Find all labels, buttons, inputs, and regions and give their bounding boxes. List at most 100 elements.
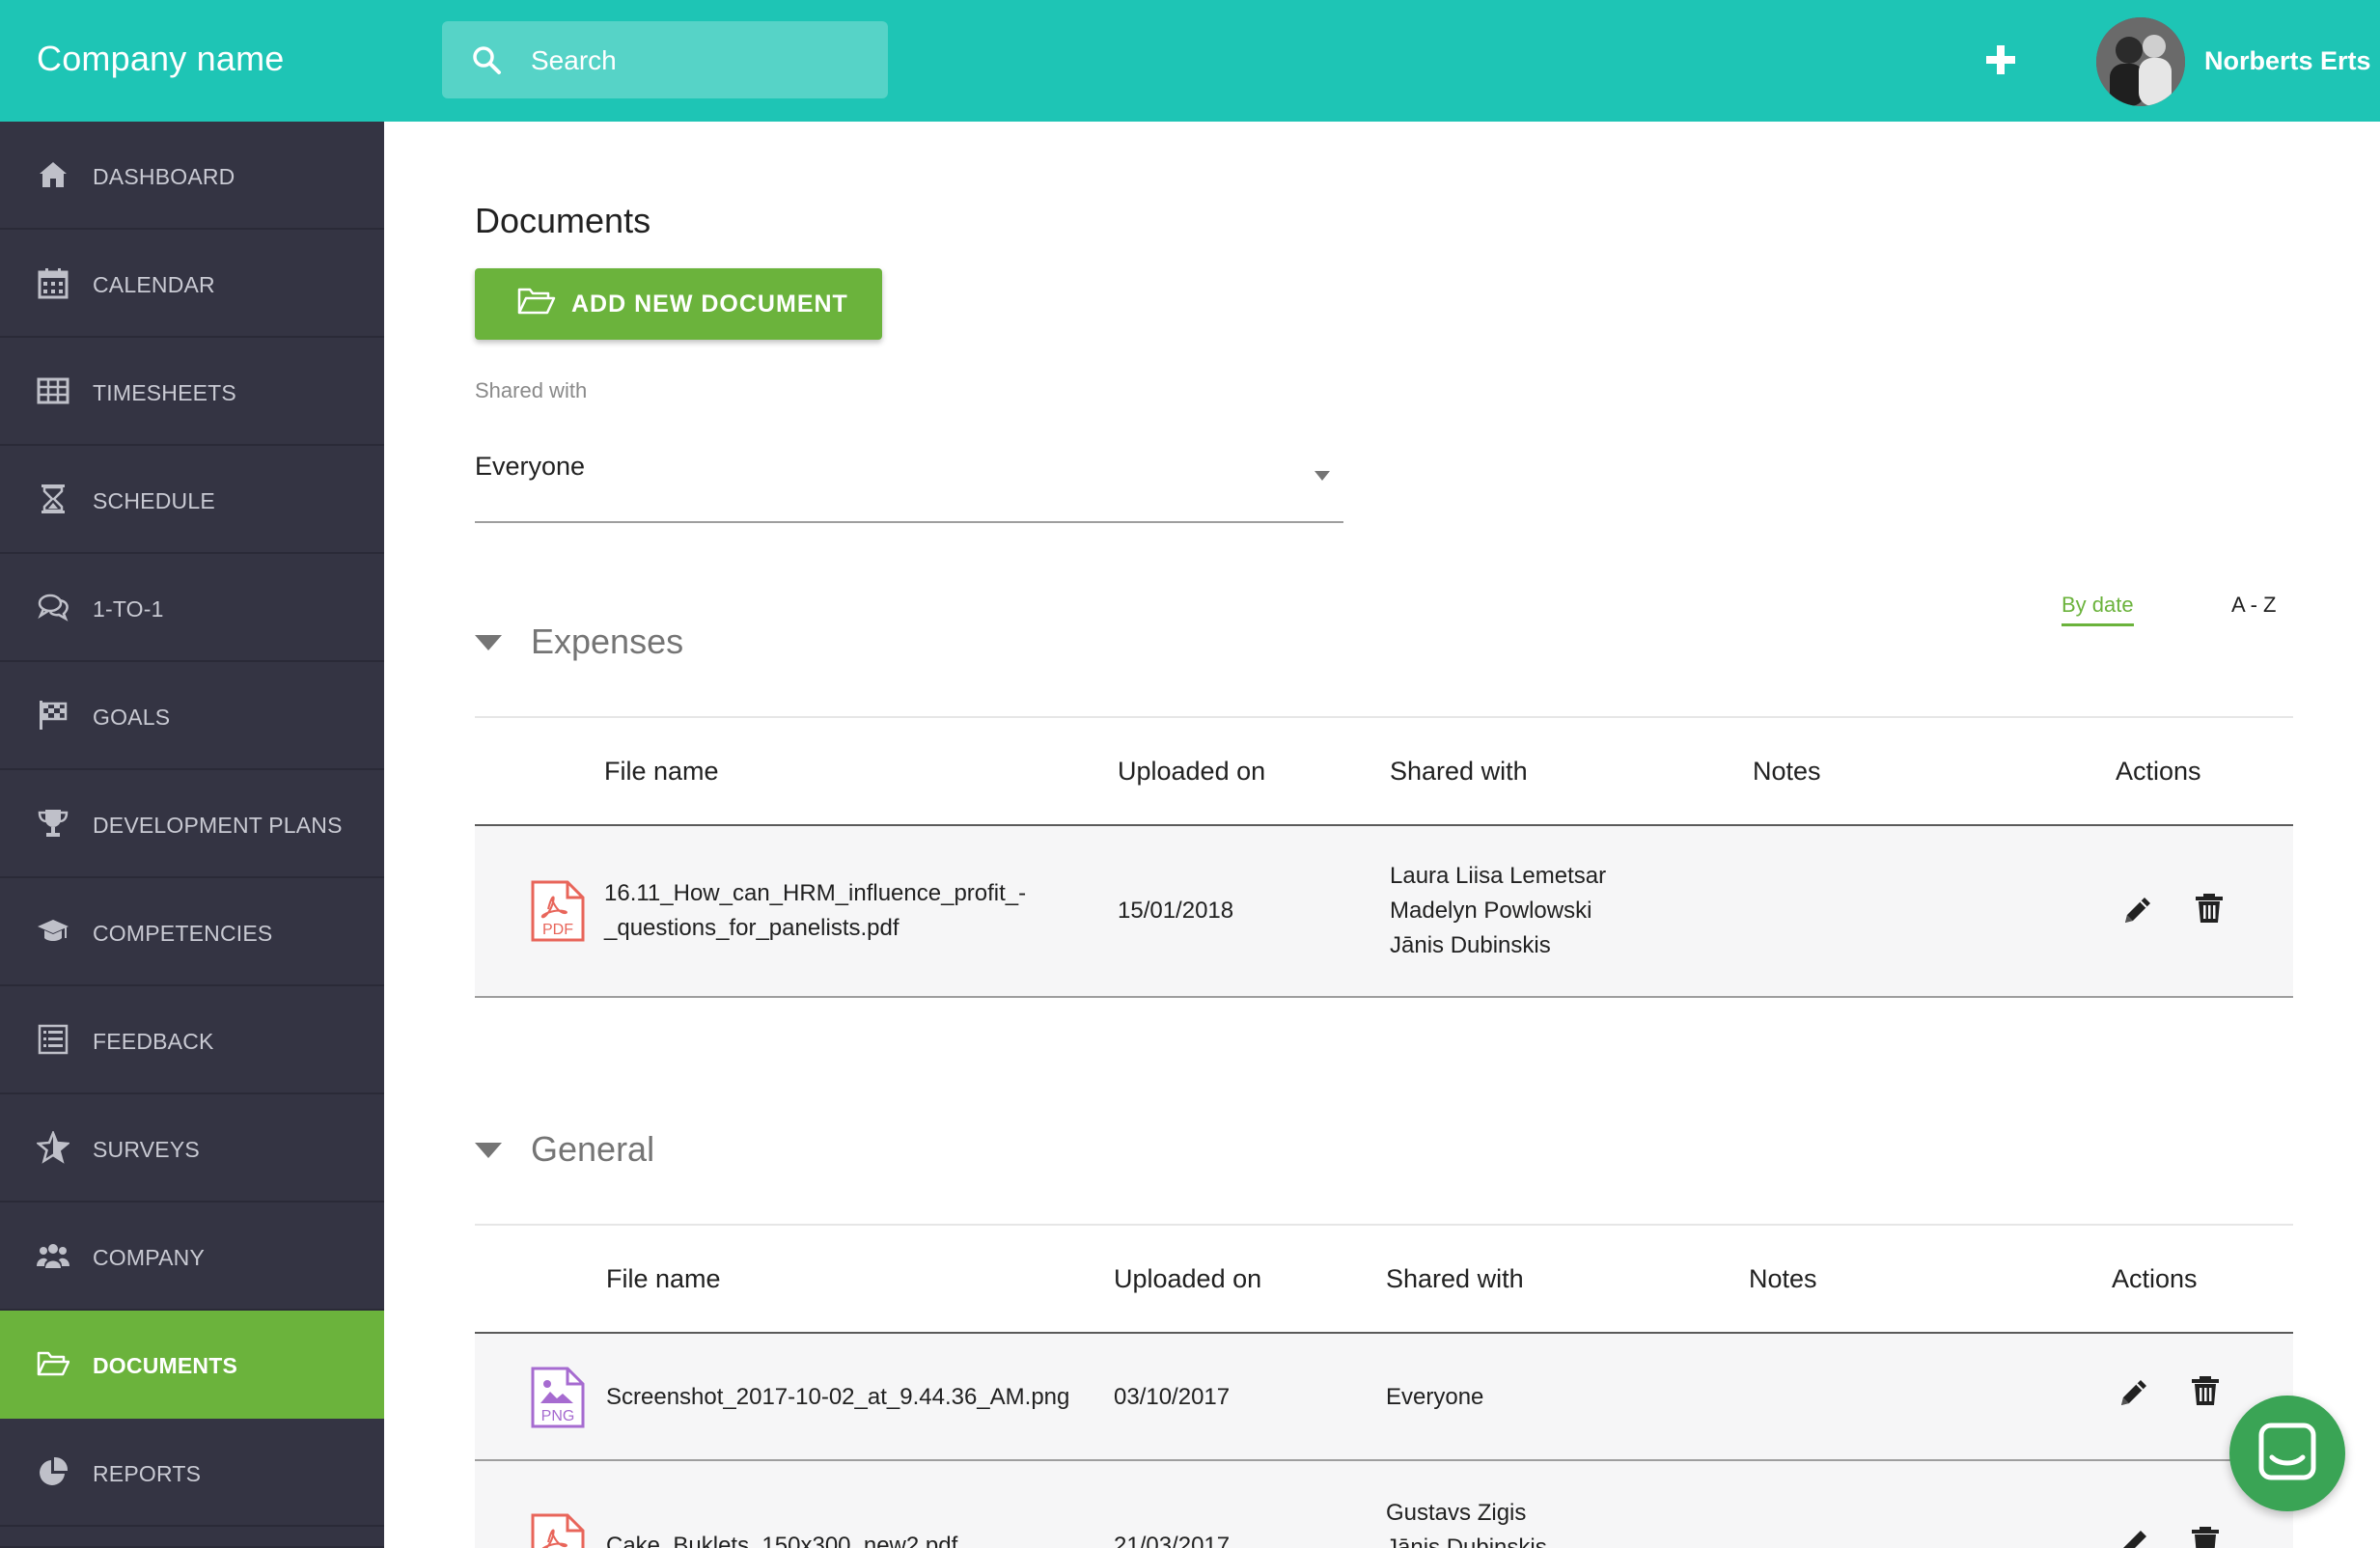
table-icon bbox=[37, 377, 69, 404]
people-icon bbox=[37, 1244, 69, 1268]
column-header-actions: Actions bbox=[2116, 757, 2201, 786]
pdf-file-icon: PDF bbox=[531, 880, 585, 942]
top-bar: Company name Search Norberts Erts bbox=[0, 0, 2380, 122]
sidebar-item-documents[interactable]: DOCUMENTS bbox=[0, 1311, 384, 1419]
avatar[interactable] bbox=[2096, 17, 2185, 106]
table-row[interactable]: PNG Screenshot_2017-10-02_at_9.44.36_AM.… bbox=[475, 1334, 2293, 1461]
column-header-uploaded-on: Uploaded on bbox=[1118, 757, 1266, 786]
sidebar-item-dashboard[interactable]: DASHBOARD bbox=[0, 122, 384, 230]
trash-icon[interactable] bbox=[2189, 1525, 2222, 1548]
table-row[interactable]: Cake_Buklets_150x300_new2.pdf 21/03/2017… bbox=[475, 1461, 2293, 1548]
divider bbox=[475, 1224, 2293, 1226]
sidebar-item-label: CALENDAR bbox=[93, 272, 215, 297]
sidebar-item-label: DASHBOARD bbox=[93, 164, 235, 189]
column-header-shared-with: Shared with bbox=[1386, 1264, 1524, 1293]
sidebar-item-label: FEEDBACK bbox=[93, 1029, 214, 1054]
search-input[interactable]: Search bbox=[531, 45, 617, 76]
file-name[interactable]: Screenshot_2017-10-02_at_9.44.36_AM.png bbox=[606, 1380, 1069, 1415]
file-name[interactable]: Cake_Buklets_150x300_new2.pdf bbox=[606, 1529, 957, 1548]
shared-with-person: Madelyn Powlowski bbox=[1390, 898, 1592, 924]
sidebar-item-label: TIMESHEETS bbox=[93, 380, 236, 405]
shared-with-person: Everyone bbox=[1386, 1384, 1484, 1410]
column-header-actions: Actions bbox=[2112, 1264, 2198, 1293]
sidebar-item-competencies[interactable]: COMPETENCIES bbox=[0, 878, 384, 986]
trash-icon[interactable] bbox=[2189, 1374, 2222, 1407]
png-file-icon: PNG bbox=[531, 1367, 585, 1428]
file-name-line: _questions_for_panelists.pdf bbox=[604, 915, 899, 941]
edit-pencil-icon[interactable] bbox=[2117, 1527, 2150, 1548]
shared-with-select[interactable]: Everyone bbox=[475, 436, 1343, 523]
sidebar-item-goals[interactable]: GOALS bbox=[0, 662, 384, 770]
shared-with-person: Laura Liisa Lemetsar bbox=[1390, 863, 1607, 889]
graduation-cap-icon bbox=[38, 920, 69, 941]
section-title: Expenses bbox=[531, 622, 684, 661]
page-title: Documents bbox=[475, 201, 651, 240]
column-header-shared-with: Shared with bbox=[1390, 757, 1528, 786]
sidebar-item-label: COMPANY bbox=[93, 1245, 205, 1270]
chat-icon bbox=[2258, 1423, 2316, 1480]
add-new-document-label: ADD NEW DOCUMENT bbox=[571, 290, 848, 318]
sidebar-item-schedule[interactable]: SCHEDULE bbox=[0, 446, 384, 554]
section-general-toggle[interactable]: General bbox=[475, 1121, 764, 1179]
trash-icon[interactable] bbox=[2193, 892, 2226, 925]
pdf-file-icon bbox=[531, 1513, 585, 1548]
sidebar-item-calendar[interactable]: CALENDAR bbox=[0, 230, 384, 338]
shared-with-list: Everyone bbox=[1386, 1380, 1483, 1415]
section-title: General bbox=[531, 1129, 655, 1169]
sidebar-item-company[interactable]: COMPANY bbox=[0, 1202, 384, 1311]
user-name[interactable]: Norberts Erts bbox=[2204, 46, 2371, 76]
sidebar-item-label: COMPETENCIES bbox=[93, 921, 273, 946]
hourglass-icon bbox=[42, 484, 65, 513]
search-icon bbox=[473, 46, 501, 74]
sidebar-item-1-to-1[interactable]: 1-TO-1 bbox=[0, 554, 384, 662]
sidebar-item-more[interactable] bbox=[0, 1527, 384, 1548]
avatar-photo bbox=[2096, 17, 2185, 106]
column-header-notes: Notes bbox=[1749, 1264, 1817, 1293]
sidebar-item-label: 1-TO-1 bbox=[93, 596, 164, 622]
home-icon bbox=[40, 162, 67, 187]
folder-open-icon bbox=[37, 1351, 69, 1376]
shared-with-list: Gustavs Zigis Jānis Dubinskis bbox=[1386, 1496, 1547, 1548]
trophy-icon bbox=[38, 810, 69, 837]
sidebar-item-development-plans[interactable]: DEVELOPMENT PLANS bbox=[0, 770, 384, 878]
caret-down-icon bbox=[475, 1143, 502, 1158]
folder-open-icon bbox=[517, 288, 556, 315]
edit-pencil-icon[interactable] bbox=[2121, 894, 2154, 926]
table-row[interactable]: PDF 16.11_How_can_HRM_influence_profit_-… bbox=[475, 826, 2293, 998]
chat-bubbles-icon bbox=[38, 594, 69, 622]
sort-by-date-tab[interactable]: By date bbox=[2062, 593, 2134, 626]
svg-text:PNG: PNG bbox=[541, 1408, 575, 1424]
sidebar-item-reports[interactable]: REPORTS bbox=[0, 1419, 384, 1527]
caret-down-icon bbox=[475, 635, 502, 650]
search-box[interactable]: Search bbox=[442, 21, 888, 98]
calendar-icon bbox=[38, 268, 69, 299]
sidebar-item-feedback[interactable]: FEEDBACK bbox=[0, 986, 384, 1094]
company-name[interactable]: Company name bbox=[37, 39, 285, 79]
sort-a-z-tab[interactable]: A - Z bbox=[2231, 593, 2276, 618]
shared-with-person: Jānis Dubinskis bbox=[1386, 1534, 1547, 1548]
sidebar-item-surveys[interactable]: SURVEYS bbox=[0, 1094, 384, 1202]
sidebar-item-label: REPORTS bbox=[93, 1461, 202, 1486]
add-plus-icon[interactable] bbox=[1984, 43, 2017, 76]
star-icon bbox=[37, 1131, 69, 1164]
chevron-down-icon bbox=[1315, 471, 1330, 481]
section-expenses-toggle[interactable]: Expenses bbox=[475, 614, 764, 672]
shared-with-person: Jānis Dubinskis bbox=[1390, 932, 1551, 958]
sidebar: DASHBOARD CALENDAR TIMESHEETS SCHEDULE 1… bbox=[0, 122, 384, 1548]
sidebar-item-label: SURVEYS bbox=[93, 1137, 200, 1162]
column-header-file-name: File name bbox=[604, 757, 719, 786]
shared-with-label: Shared with bbox=[475, 378, 588, 402]
add-new-document-button[interactable]: ADD NEW DOCUMENT bbox=[475, 268, 882, 340]
sidebar-item-label: GOALS bbox=[93, 705, 171, 730]
pie-chart-icon bbox=[40, 1456, 69, 1485]
file-name[interactable]: 16.11_How_can_HRM_influence_profit_- _qu… bbox=[604, 876, 1026, 946]
edit-pencil-icon[interactable] bbox=[2117, 1376, 2150, 1409]
sidebar-item-timesheets[interactable]: TIMESHEETS bbox=[0, 338, 384, 446]
column-header-notes: Notes bbox=[1753, 757, 1821, 786]
shared-with-list: Laura Liisa Lemetsar Madelyn Powlowski J… bbox=[1390, 859, 1606, 963]
file-name-line: 16.11_How_can_HRM_influence_profit_- bbox=[604, 880, 1027, 906]
chat-launcher-button[interactable] bbox=[2229, 1396, 2345, 1511]
uploaded-on: 03/10/2017 bbox=[1114, 1384, 1231, 1410]
sidebar-item-label: DEVELOPMENT PLANS bbox=[93, 813, 343, 838]
column-header-file-name: File name bbox=[606, 1264, 721, 1293]
